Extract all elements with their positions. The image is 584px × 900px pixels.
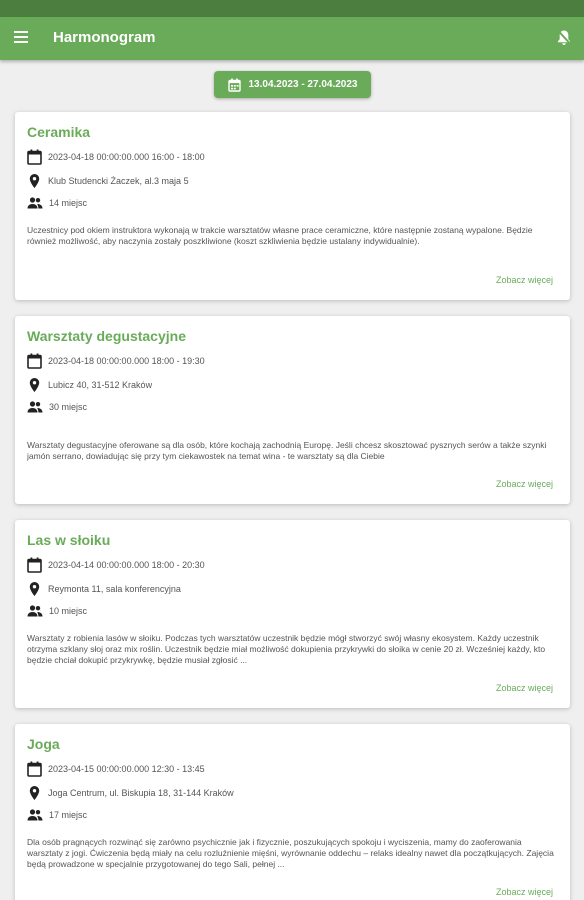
- event-card[interactable]: Joga 2023-04-15 00:00:00.000 12:30 - 13:…: [15, 724, 570, 900]
- date-range-label: 13.04.2023 - 27.04.2023: [248, 79, 358, 90]
- people-icon: [27, 197, 43, 209]
- location-pin-icon: [29, 174, 40, 188]
- event-title: Las w słoiku: [27, 532, 111, 548]
- see-more-link[interactable]: Zobacz więcej: [496, 887, 553, 897]
- event-location-row: Lubicz 40, 31-512 Kraków: [27, 377, 152, 393]
- event-location: Joga Centrum, ul. Biskupia 18, 31-144 Kr…: [48, 788, 234, 798]
- event-seats: 30 miejsc: [49, 402, 88, 412]
- event-datetime-row: 2023-04-18 00:00:00.000 18:00 - 19:30: [27, 353, 205, 369]
- event-location: Reymonta 11, sala konferencyjna: [48, 584, 181, 594]
- event-title: Warsztaty degustacyjne: [27, 328, 186, 344]
- event-description: Warsztaty z robienia lasów w słoiku. Pod…: [27, 633, 546, 665]
- location-pin-icon: [29, 786, 40, 800]
- people-icon: [27, 605, 43, 617]
- menu-icon[interactable]: [14, 31, 28, 43]
- see-more-link[interactable]: Zobacz więcej: [496, 275, 553, 285]
- event-card[interactable]: Las w słoiku 2023-04-14 00:00:00.000 18:…: [15, 520, 570, 708]
- location-pin-icon: [29, 378, 40, 392]
- event-location-row: Joga Centrum, ul. Biskupia 18, 31-144 Kr…: [27, 785, 234, 801]
- event-seats: 10 miejsc: [49, 606, 88, 616]
- event-seats: 14 miejsc: [49, 198, 88, 208]
- event-datetime-row: 2023-04-14 00:00:00.000 18:00 - 20:30: [27, 557, 205, 573]
- event-description: Uczestnicy pod okiem instruktora wykonaj…: [27, 225, 533, 246]
- app-bar: Harmonogram: [0, 17, 584, 60]
- event-datetime: 2023-04-15 00:00:00.000 12:30 - 13:45: [48, 764, 205, 774]
- status-bar: [0, 0, 584, 17]
- event-seats-row: 30 miejsc: [27, 401, 87, 413]
- event-seats-row: 10 miejsc: [27, 605, 87, 617]
- event-seats-row: 14 miejsc: [27, 197, 87, 209]
- event-location: Lubicz 40, 31-512 Kraków: [48, 380, 153, 390]
- date-range-button[interactable]: 13.04.2023 - 27.04.2023: [214, 71, 371, 98]
- bell-icon[interactable]: [556, 29, 572, 47]
- calendar-icon: [27, 353, 42, 369]
- event-seats: 17 miejsc: [49, 810, 88, 820]
- event-datetime: 2023-04-18 00:00:00.000 16:00 - 18:00: [48, 152, 205, 162]
- event-datetime-row: 2023-04-15 00:00:00.000 12:30 - 13:45: [27, 761, 205, 777]
- calendar-icon: [227, 78, 241, 92]
- location-pin-icon: [29, 582, 40, 596]
- event-datetime: 2023-04-18 00:00:00.000 18:00 - 19:30: [48, 356, 205, 366]
- event-card[interactable]: Warsztaty degustacyjne 2023-04-18 00:00:…: [15, 316, 570, 504]
- calendar-icon: [27, 149, 42, 165]
- calendar-icon: [27, 557, 42, 573]
- people-icon: [27, 401, 43, 413]
- event-location: Klub Studencki Żaczek, al.3 maja 5: [48, 176, 189, 186]
- event-card[interactable]: Ceramika 2023-04-18 00:00:00.000 16:00 -…: [15, 112, 570, 300]
- event-seats-row: 17 miejsc: [27, 809, 87, 821]
- people-icon: [27, 809, 43, 821]
- event-datetime: 2023-04-14 00:00:00.000 18:00 - 20:30: [48, 560, 205, 570]
- event-datetime-row: 2023-04-18 00:00:00.000 16:00 - 18:00: [27, 149, 205, 165]
- event-location-row: Klub Studencki Żaczek, al.3 maja 5: [27, 173, 189, 189]
- calendar-icon: [27, 761, 42, 777]
- see-more-link[interactable]: Zobacz więcej: [496, 683, 553, 693]
- event-location-row: Reymonta 11, sala konferencyjna: [27, 581, 181, 597]
- event-title: Joga: [27, 736, 60, 752]
- page-title: Harmonogram: [53, 29, 156, 46]
- event-description: Dla osób pragnących rozwinąć się zarówno…: [27, 837, 554, 869]
- event-title: Ceramika: [27, 124, 91, 140]
- event-description: Warsztaty degustacyjne oferowane są dla …: [27, 440, 547, 461]
- see-more-link[interactable]: Zobacz więcej: [496, 479, 553, 489]
